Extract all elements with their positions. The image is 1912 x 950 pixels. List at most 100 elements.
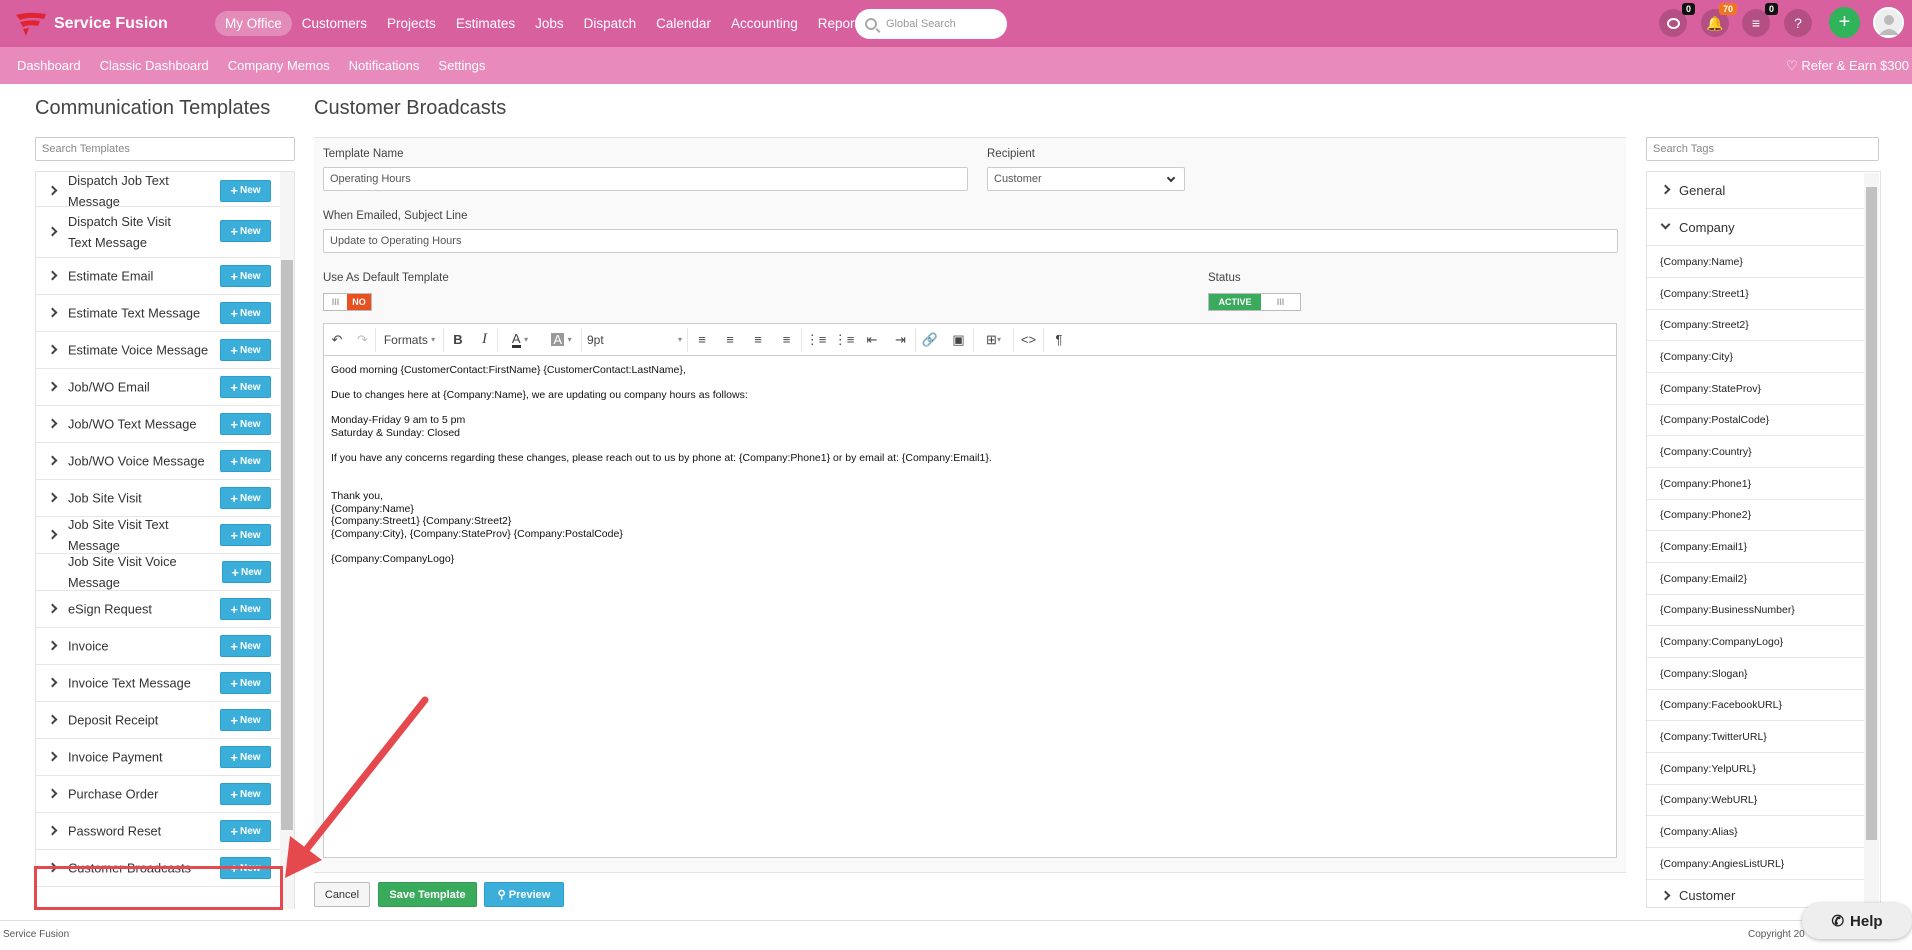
user-avatar[interactable] xyxy=(1873,7,1904,38)
align-left-icon[interactable]: ≡ xyxy=(688,328,716,352)
tag-item[interactable]: {Company:Street2} xyxy=(1647,310,1865,341)
undo-icon[interactable]: ↶ xyxy=(324,328,350,352)
new-template-button[interactable]: + New xyxy=(220,524,271,546)
template-item[interactable]: Job Site Visit + New xyxy=(36,480,280,517)
new-template-button[interactable]: + New xyxy=(220,302,271,324)
brand-logo[interactable]: Service Fusion xyxy=(14,11,214,37)
link-icon[interactable]: 🔗 xyxy=(916,328,944,352)
template-item[interactable]: Estimate Text Message + New xyxy=(36,295,280,332)
source-code-icon[interactable]: <> xyxy=(1014,327,1044,352)
table-icon[interactable]: ⊞ ▾ xyxy=(974,327,1014,352)
new-template-button[interactable]: + New xyxy=(220,746,271,768)
nav-accounting[interactable]: Accounting xyxy=(721,11,808,36)
tag-item[interactable]: {Company:City} xyxy=(1647,341,1865,373)
align-right-icon[interactable]: ≡ xyxy=(744,328,772,352)
bold-icon[interactable]: B xyxy=(444,328,472,352)
search-templates-input[interactable]: Search Templates xyxy=(35,137,295,161)
font-size-dropdown[interactable]: 9pt ▾ xyxy=(582,327,688,352)
templates-scrollbar[interactable] xyxy=(280,172,294,909)
new-template-button[interactable]: + New xyxy=(220,487,271,509)
template-item[interactable]: Job/WO Email + New xyxy=(36,369,280,406)
template-item[interactable]: Job Site Visit Text Message + New xyxy=(36,517,280,554)
scrollbar-thumb[interactable] xyxy=(281,260,293,830)
new-template-button[interactable]: + New xyxy=(220,709,271,731)
new-template-button[interactable]: + New xyxy=(220,265,271,287)
image-icon[interactable]: ▣ xyxy=(944,327,974,352)
template-item[interactable]: Dispatch Site Visit Text Message + New xyxy=(36,207,280,258)
subnav-settings[interactable]: Settings xyxy=(438,58,485,73)
recipient-select[interactable]: Customer xyxy=(987,167,1185,191)
tag-group-company[interactable]: Company xyxy=(1647,209,1865,246)
new-template-button[interactable]: + New xyxy=(220,783,271,805)
subject-input[interactable]: Update to Operating Hours xyxy=(323,229,1618,253)
template-item[interactable]: Deposit Receipt + New xyxy=(36,702,280,739)
text-color-icon[interactable]: A ▾ xyxy=(498,328,542,352)
subnav-classic-dashboard[interactable]: Classic Dashboard xyxy=(100,58,209,73)
tag-item[interactable]: {Company:Street1} xyxy=(1647,278,1865,310)
tag-item[interactable]: {Company:TwitterURL} xyxy=(1647,721,1865,753)
status-toggle[interactable]: ACTIVE III xyxy=(1208,293,1301,311)
nav-dispatch[interactable]: Dispatch xyxy=(574,11,647,36)
refer-earn-link[interactable]: ♡ Refer & Earn $300 xyxy=(1786,58,1909,74)
tag-item[interactable]: {Company:Email1} xyxy=(1647,531,1865,563)
template-item[interactable]: Estimate Voice Message + New xyxy=(36,332,280,369)
outdent-icon[interactable]: ⇤ xyxy=(858,328,886,352)
template-item[interactable]: Job Site Visit Voice Message + New xyxy=(36,554,280,591)
new-template-button[interactable]: + New xyxy=(220,220,271,242)
tag-item[interactable]: {Company:CompanyLogo} xyxy=(1647,626,1865,658)
help-button[interactable]: ✆ Help xyxy=(1802,903,1912,939)
nav-customers[interactable]: Customers xyxy=(292,11,377,36)
indent-icon[interactable]: ⇥ xyxy=(886,327,916,352)
tasks-button[interactable]: ≡ 0 xyxy=(1742,3,1778,37)
tag-item[interactable]: {Company:Country} xyxy=(1647,436,1865,468)
tags-scrollbar[interactable] xyxy=(1864,173,1879,908)
new-template-button[interactable]: + New xyxy=(220,179,271,202)
save-template-button[interactable]: Save Template xyxy=(378,882,477,907)
tag-item[interactable]: {Company:Slogan} xyxy=(1647,658,1865,690)
template-item[interactable]: Dispatch Job Text Message + New xyxy=(36,173,280,209)
tag-item[interactable]: {Company:FacebookURL} xyxy=(1647,690,1865,721)
new-template-button[interactable]: + New xyxy=(220,450,271,472)
template-name-input[interactable]: Operating Hours xyxy=(323,167,968,191)
new-template-button[interactable]: + New xyxy=(220,376,271,398)
new-template-button[interactable]: + New xyxy=(220,339,271,361)
bullet-list-icon[interactable]: ⋮≡ xyxy=(802,328,830,352)
notifications-button[interactable]: 🔔 70 xyxy=(1701,3,1737,37)
tag-item[interactable]: {Company:Email2} xyxy=(1647,563,1865,595)
tag-item[interactable]: {Company:Name} xyxy=(1647,246,1865,278)
nav-calendar[interactable]: Calendar xyxy=(646,11,721,36)
paragraph-icon[interactable]: ¶ xyxy=(1044,328,1074,352)
rich-text-editor[interactable]: ↶ ↷ Formats ▾ B I A ▾ A ▾ 9pt ▾ ≡ ≡ ≡ ≡ ⋮… xyxy=(323,323,1617,858)
new-template-button[interactable]: + New xyxy=(222,561,271,583)
numbered-list-icon[interactable]: ⋮≡ xyxy=(830,328,858,352)
help-question-button[interactable]: ? xyxy=(1784,9,1812,37)
new-template-button[interactable]: + New xyxy=(220,820,271,842)
template-item[interactable]: Password Reset + New xyxy=(36,813,280,850)
italic-icon[interactable]: I xyxy=(472,327,498,352)
chat-button[interactable]: 0 xyxy=(1659,3,1695,37)
tag-item[interactable]: {Company:WebURL} xyxy=(1647,785,1865,816)
quick-add-button[interactable]: + xyxy=(1829,7,1860,38)
align-justify-icon[interactable]: ≡ xyxy=(772,327,802,352)
template-item[interactable]: eSign Request + New xyxy=(36,591,280,628)
formats-dropdown[interactable]: Formats ▾ xyxy=(376,327,444,352)
template-item[interactable]: Purchase Order + New xyxy=(36,776,280,813)
nav-jobs[interactable]: Jobs xyxy=(525,11,574,36)
tag-item[interactable]: {Company:Phone2} xyxy=(1647,500,1865,531)
global-search-input[interactable]: Global Search xyxy=(855,9,1007,39)
editor-content[interactable]: Good morning {CustomerContact:FirstName}… xyxy=(324,356,1616,574)
template-item[interactable]: Invoice + New xyxy=(36,628,280,665)
template-item[interactable]: Estimate Email + New xyxy=(36,258,280,295)
subnav-notifications[interactable]: Notifications xyxy=(349,58,420,73)
tag-group-general[interactable]: General xyxy=(1647,172,1865,209)
template-item[interactable]: Job/WO Text Message + New xyxy=(36,406,280,443)
background-color-icon[interactable]: A ▾ xyxy=(542,327,582,352)
redo-icon[interactable]: ↷ xyxy=(350,327,376,352)
tag-item[interactable]: {Company:YelpURL} xyxy=(1647,753,1865,785)
tag-item[interactable]: {Company:StateProv} xyxy=(1647,373,1865,405)
align-center-icon[interactable]: ≡ xyxy=(716,328,744,352)
default-template-toggle[interactable]: III NO xyxy=(323,293,372,311)
search-tags-input[interactable]: Search Tags xyxy=(1646,137,1879,161)
tag-item[interactable]: {Company:Phone1} xyxy=(1647,468,1865,500)
tag-item[interactable]: {Company:Alias} xyxy=(1647,816,1865,848)
